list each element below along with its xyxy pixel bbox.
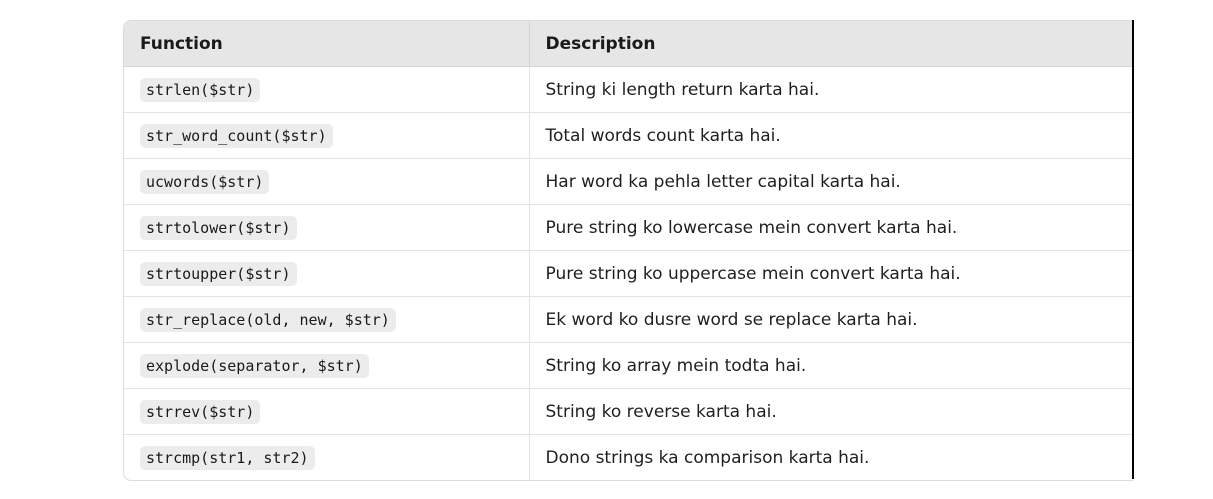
table-row: strtoupper($str) Pure string ko uppercas… (124, 250, 1133, 297)
function-cell: strlen($str) (124, 66, 529, 113)
function-cell: strtolower($str) (124, 204, 529, 251)
header-description: Description (528, 21, 1133, 67)
table-row: str_replace(old, new, $str) Ek word ko d… (124, 296, 1133, 343)
function-cell: str_word_count($str) (124, 112, 529, 159)
description-cell: String ko array mein todta hai. (528, 342, 1133, 389)
function-code: strtolower($str) (140, 215, 297, 240)
function-code: explode(separator, $str) (140, 353, 369, 378)
description-cell: Pure string ko uppercase mein convert ka… (528, 250, 1133, 297)
table-row: strtolower($str) Pure string ko lowercas… (124, 204, 1133, 251)
description-cell: Pure string ko lowercase mein convert ka… (528, 204, 1133, 251)
functions-table-grid: Function Description strlen($str) String… (124, 21, 1133, 480)
function-code: strcmp(str1, str2) (140, 445, 315, 470)
description-cell: Har word ka pehla letter capital karta h… (528, 158, 1133, 205)
function-code: ucwords($str) (140, 169, 270, 194)
function-cell: strcmp(str1, str2) (124, 435, 529, 481)
description-cell: String ko reverse karta hai. (528, 388, 1133, 435)
function-code: strlen($str) (140, 77, 261, 102)
function-cell: explode(separator, $str) (124, 342, 529, 389)
functions-table: Function Description strlen($str) String… (123, 20, 1133, 481)
table-row: str_word_count($str) Total words count k… (124, 112, 1133, 159)
description-cell: String ki length return karta hai. (528, 66, 1133, 113)
header-row: Function Description (124, 21, 1133, 67)
header-function: Function (124, 21, 529, 67)
function-code: strtoupper($str) (140, 261, 297, 286)
table-row: explode(separator, $str) String ko array… (124, 342, 1133, 389)
table-header: Function Description (124, 21, 1133, 67)
table-row: strrev($str) String ko reverse karta hai… (124, 388, 1133, 435)
table-body: strlen($str) String ki length return kar… (124, 66, 1133, 481)
function-cell: strtoupper($str) (124, 250, 529, 297)
function-code: strrev($str) (140, 399, 261, 424)
description-cell: Dono strings ka comparison karta hai. (528, 434, 1133, 480)
scroll-edge-divider (1132, 20, 1134, 479)
function-code: str_replace(old, new, $str) (140, 307, 396, 332)
function-code: str_word_count($str) (140, 123, 333, 148)
table-row: strcmp(str1, str2) Dono strings ka compa… (124, 434, 1133, 481)
function-cell: str_replace(old, new, $str) (124, 296, 529, 343)
table-row: strlen($str) String ki length return kar… (124, 66, 1133, 113)
table-row: ucwords($str) Har word ka pehla letter c… (124, 158, 1133, 205)
function-cell: ucwords($str) (124, 158, 529, 205)
description-cell: Ek word ko dusre word se replace karta h… (528, 296, 1133, 343)
function-cell: strrev($str) (124, 388, 529, 435)
description-cell: Total words count karta hai. (528, 112, 1133, 159)
